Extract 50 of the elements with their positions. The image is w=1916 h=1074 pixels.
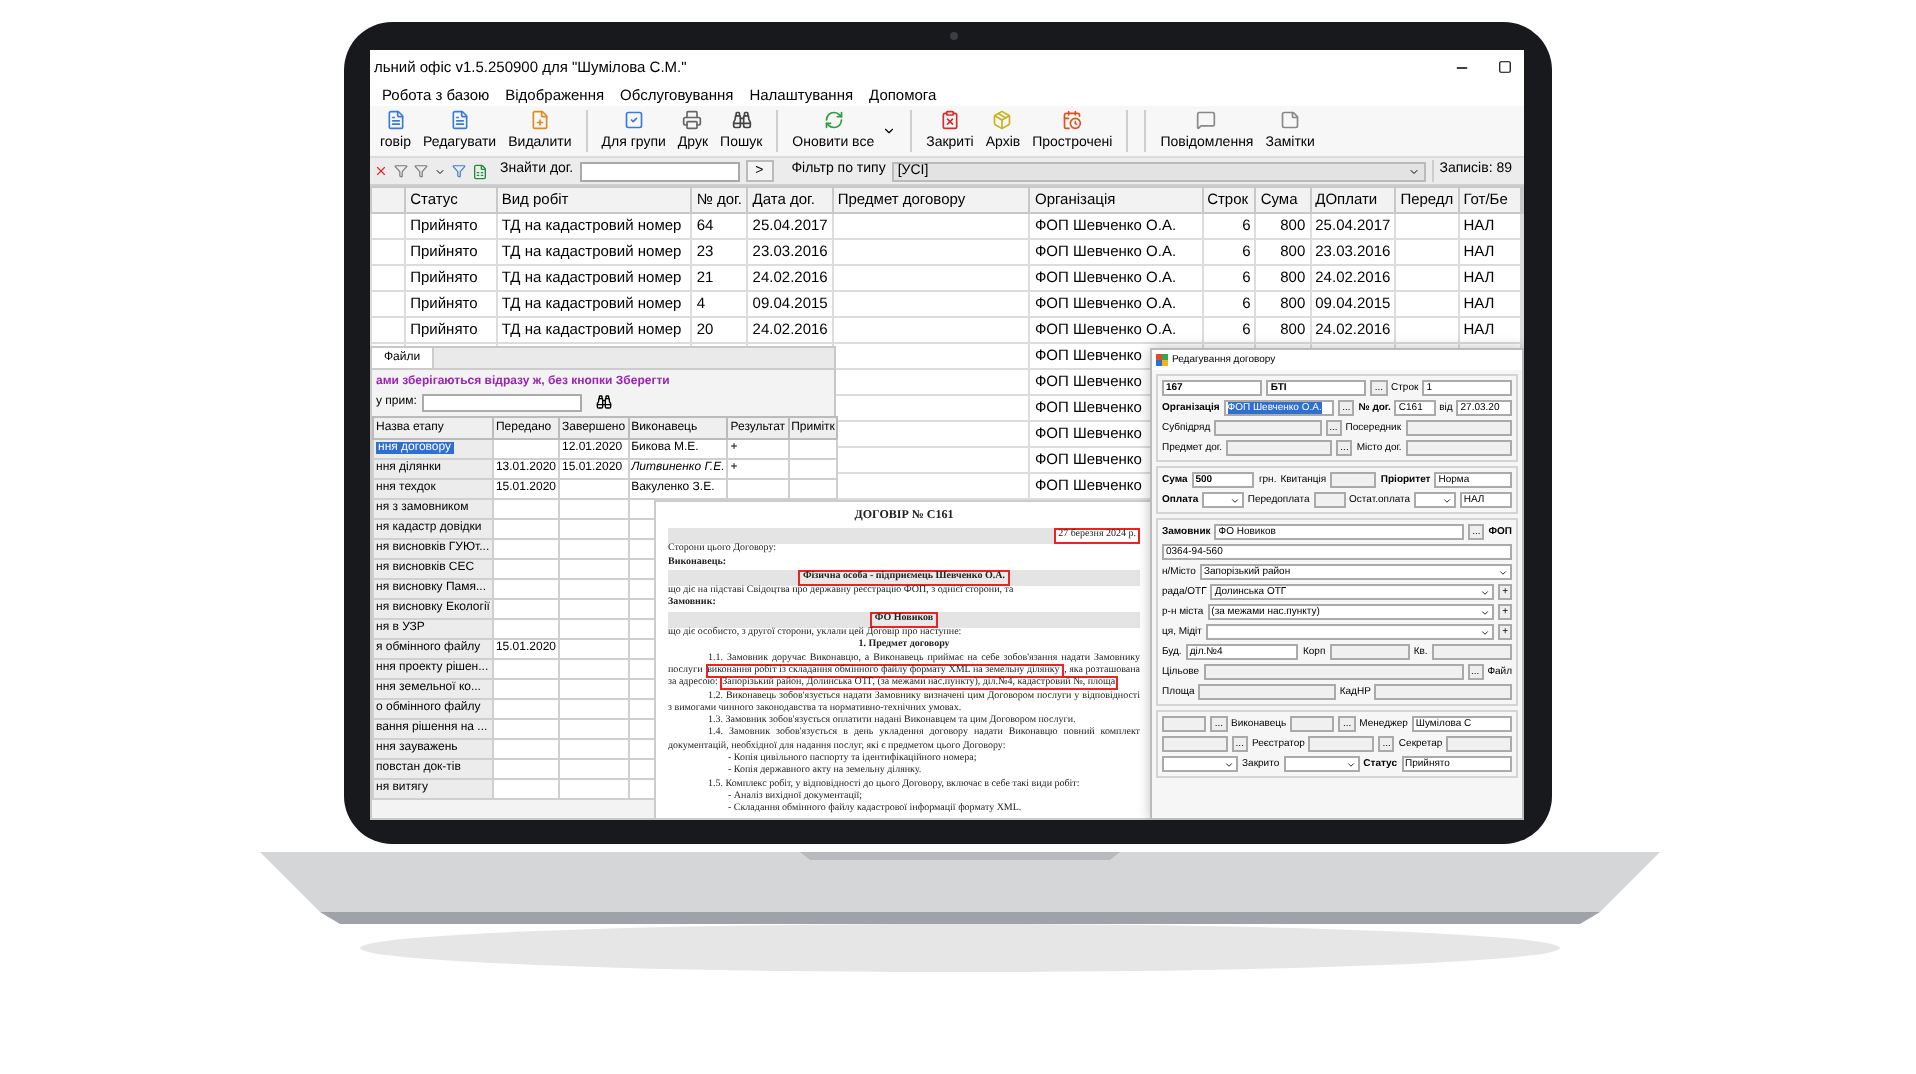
caret-icon <box>1229 495 1240 505</box>
caret-icon <box>1441 495 1452 505</box>
dropdown-field[interactable] <box>1162 756 1239 772</box>
dropdown-field[interactable] <box>1205 624 1495 640</box>
input-field[interactable] <box>1226 440 1333 456</box>
input-field[interactable] <box>1431 644 1513 660</box>
input-field[interactable] <box>1162 736 1228 752</box>
input-field[interactable] <box>1313 492 1346 508</box>
input-field[interactable] <box>1203 664 1464 680</box>
input-field[interactable] <box>1308 736 1375 752</box>
input-field[interactable] <box>1329 644 1410 660</box>
clear-filter-icon[interactable] <box>374 164 388 178</box>
checkbox-icon <box>623 110 644 130</box>
input-field[interactable] <box>1405 440 1512 456</box>
document-icon <box>449 110 470 130</box>
dropdown-field[interactable] <box>1202 492 1244 508</box>
caret-icon <box>1407 165 1420 177</box>
funnel-icon[interactable] <box>452 164 466 178</box>
maximize-icon[interactable] <box>1498 59 1512 73</box>
document-icon <box>385 110 406 130</box>
document-plus-icon <box>529 110 550 130</box>
input-field[interactable] <box>1374 684 1512 700</box>
refresh-icon <box>823 110 844 130</box>
input-field[interactable] <box>1290 716 1335 732</box>
search-icon <box>731 110 752 130</box>
find-field[interactable] <box>579 161 740 181</box>
dropdown-field[interactable] <box>1414 492 1456 508</box>
funnel-icon[interactable] <box>394 164 408 178</box>
input-field[interactable] <box>1330 472 1377 488</box>
search-field[interactable] <box>422 393 583 411</box>
printer-icon <box>682 110 703 130</box>
note-icon <box>1280 110 1301 130</box>
funnel-icon[interactable] <box>414 164 428 178</box>
input-field[interactable] <box>1446 736 1512 752</box>
spreadsheet-icon[interactable] <box>472 163 488 179</box>
input-field[interactable] <box>1214 420 1322 436</box>
input-field[interactable] <box>1198 684 1336 700</box>
box-icon <box>992 110 1013 130</box>
clipboard-icon <box>939 110 960 130</box>
caret-icon[interactable] <box>434 165 446 177</box>
caret-icon <box>1224 759 1235 769</box>
input-field[interactable] <box>1405 420 1513 436</box>
caret-icon <box>1345 759 1356 769</box>
input-field[interactable] <box>1162 716 1207 732</box>
caret-icon <box>882 124 897 138</box>
dropdown-field[interactable] <box>1283 756 1360 772</box>
speech-bubble-icon <box>1196 110 1217 130</box>
calendar-icon <box>1062 110 1083 130</box>
search-icon[interactable] <box>596 394 613 410</box>
app-icon <box>1156 354 1168 366</box>
